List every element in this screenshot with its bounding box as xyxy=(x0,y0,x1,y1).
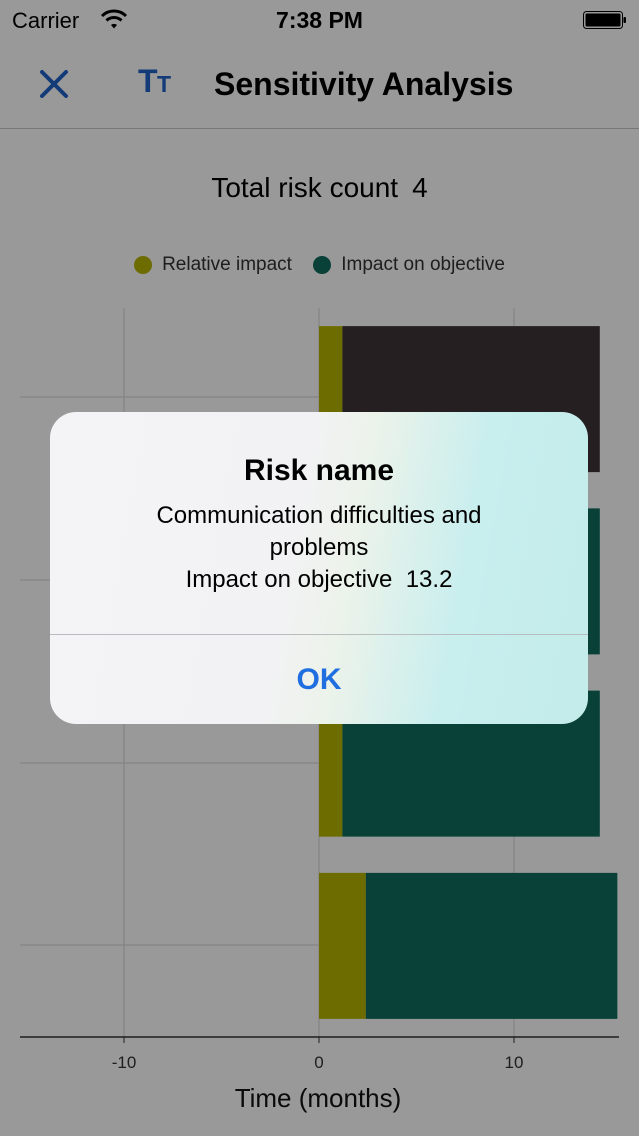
alert-detail-label: Impact on objective xyxy=(185,566,393,593)
alert-detail: Impact on objective 13.2 xyxy=(90,564,548,596)
alert-message: Communication difficulties and problems … xyxy=(90,500,548,596)
alert-message-line: problems xyxy=(269,534,369,561)
alert-detail-value: 13.2 xyxy=(405,566,453,593)
alert-dialog: Risk name Communication difficulties and… xyxy=(50,412,588,724)
alert-message-line: Communication difficulties and xyxy=(156,502,482,529)
alert-title: Risk name xyxy=(243,454,395,487)
ok-button[interactable]: OK xyxy=(50,635,588,724)
